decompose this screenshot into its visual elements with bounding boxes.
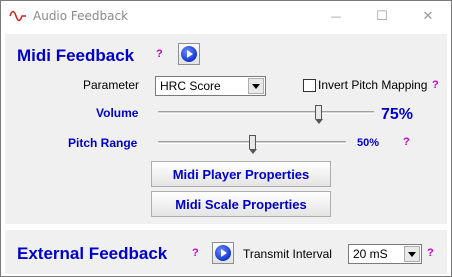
play-icon bbox=[215, 245, 231, 261]
title-bar: Audio Feedback — ☐ ✕ bbox=[1, 1, 451, 32]
close-icon: ✕ bbox=[422, 9, 434, 24]
pitch-range-label: Pitch Range bbox=[68, 136, 138, 150]
transmit-interval-help[interactable]: ? bbox=[427, 247, 434, 259]
midi-scale-properties-button[interactable]: Midi Scale Properties bbox=[151, 191, 331, 217]
midi-feedback-heading: Midi Feedback bbox=[17, 46, 135, 65]
parameter-select-value: HRC Score bbox=[160, 79, 221, 93]
pitch-range-help[interactable]: ? bbox=[403, 136, 410, 148]
parameter-label: Parameter bbox=[83, 78, 140, 92]
chevron-down-icon bbox=[248, 78, 264, 94]
close-button[interactable]: ✕ bbox=[405, 1, 451, 32]
minimize-icon: — bbox=[330, 10, 342, 23]
maximize-button[interactable]: ☐ bbox=[359, 1, 405, 32]
volume-slider-thumb[interactable] bbox=[315, 105, 323, 124]
midi-player-properties-button[interactable]: Midi Player Properties bbox=[151, 161, 331, 187]
maximize-icon: ☐ bbox=[376, 9, 388, 24]
transmit-interval-select[interactable]: 20 mS bbox=[348, 244, 422, 264]
external-feedback-panel: External Feedback ? Transmit Interval 20… bbox=[5, 230, 447, 274]
audio-feedback-window: Audio Feedback — ☐ ✕ Midi Feedback ? Par… bbox=[0, 0, 452, 277]
waveform-icon bbox=[9, 10, 26, 22]
transmit-interval-value: 20 mS bbox=[353, 247, 388, 261]
play-icon bbox=[181, 46, 197, 62]
window-title: Audio Feedback bbox=[33, 9, 129, 23]
midi-play-button[interactable] bbox=[178, 43, 200, 65]
volume-slider-track bbox=[158, 111, 374, 114]
invert-pitch-help[interactable]: ? bbox=[432, 79, 439, 91]
volume-label: Volume bbox=[96, 106, 139, 120]
external-feedback-heading: External Feedback bbox=[17, 244, 168, 263]
chevron-down-icon bbox=[404, 246, 420, 262]
midi-feedback-panel: Midi Feedback ? Parameter HRC Score Inve… bbox=[5, 34, 447, 224]
midi-feedback-help[interactable]: ? bbox=[156, 48, 163, 60]
minimize-button[interactable]: — bbox=[313, 1, 359, 32]
invert-pitch-label: Invert Pitch Mapping bbox=[318, 78, 428, 92]
volume-value: 75% bbox=[381, 106, 414, 123]
pitch-range-value: 50% bbox=[357, 137, 380, 149]
parameter-select[interactable]: HRC Score bbox=[155, 76, 266, 96]
external-play-button[interactable] bbox=[212, 242, 234, 264]
volume-slider[interactable] bbox=[158, 105, 374, 124]
external-feedback-help[interactable]: ? bbox=[192, 247, 199, 259]
invert-pitch-checkbox[interactable] bbox=[303, 79, 316, 92]
pitch-range-slider-thumb[interactable] bbox=[249, 135, 257, 154]
transmit-interval-label: Transmit Interval bbox=[243, 247, 332, 261]
pitch-range-slider[interactable] bbox=[158, 135, 346, 154]
